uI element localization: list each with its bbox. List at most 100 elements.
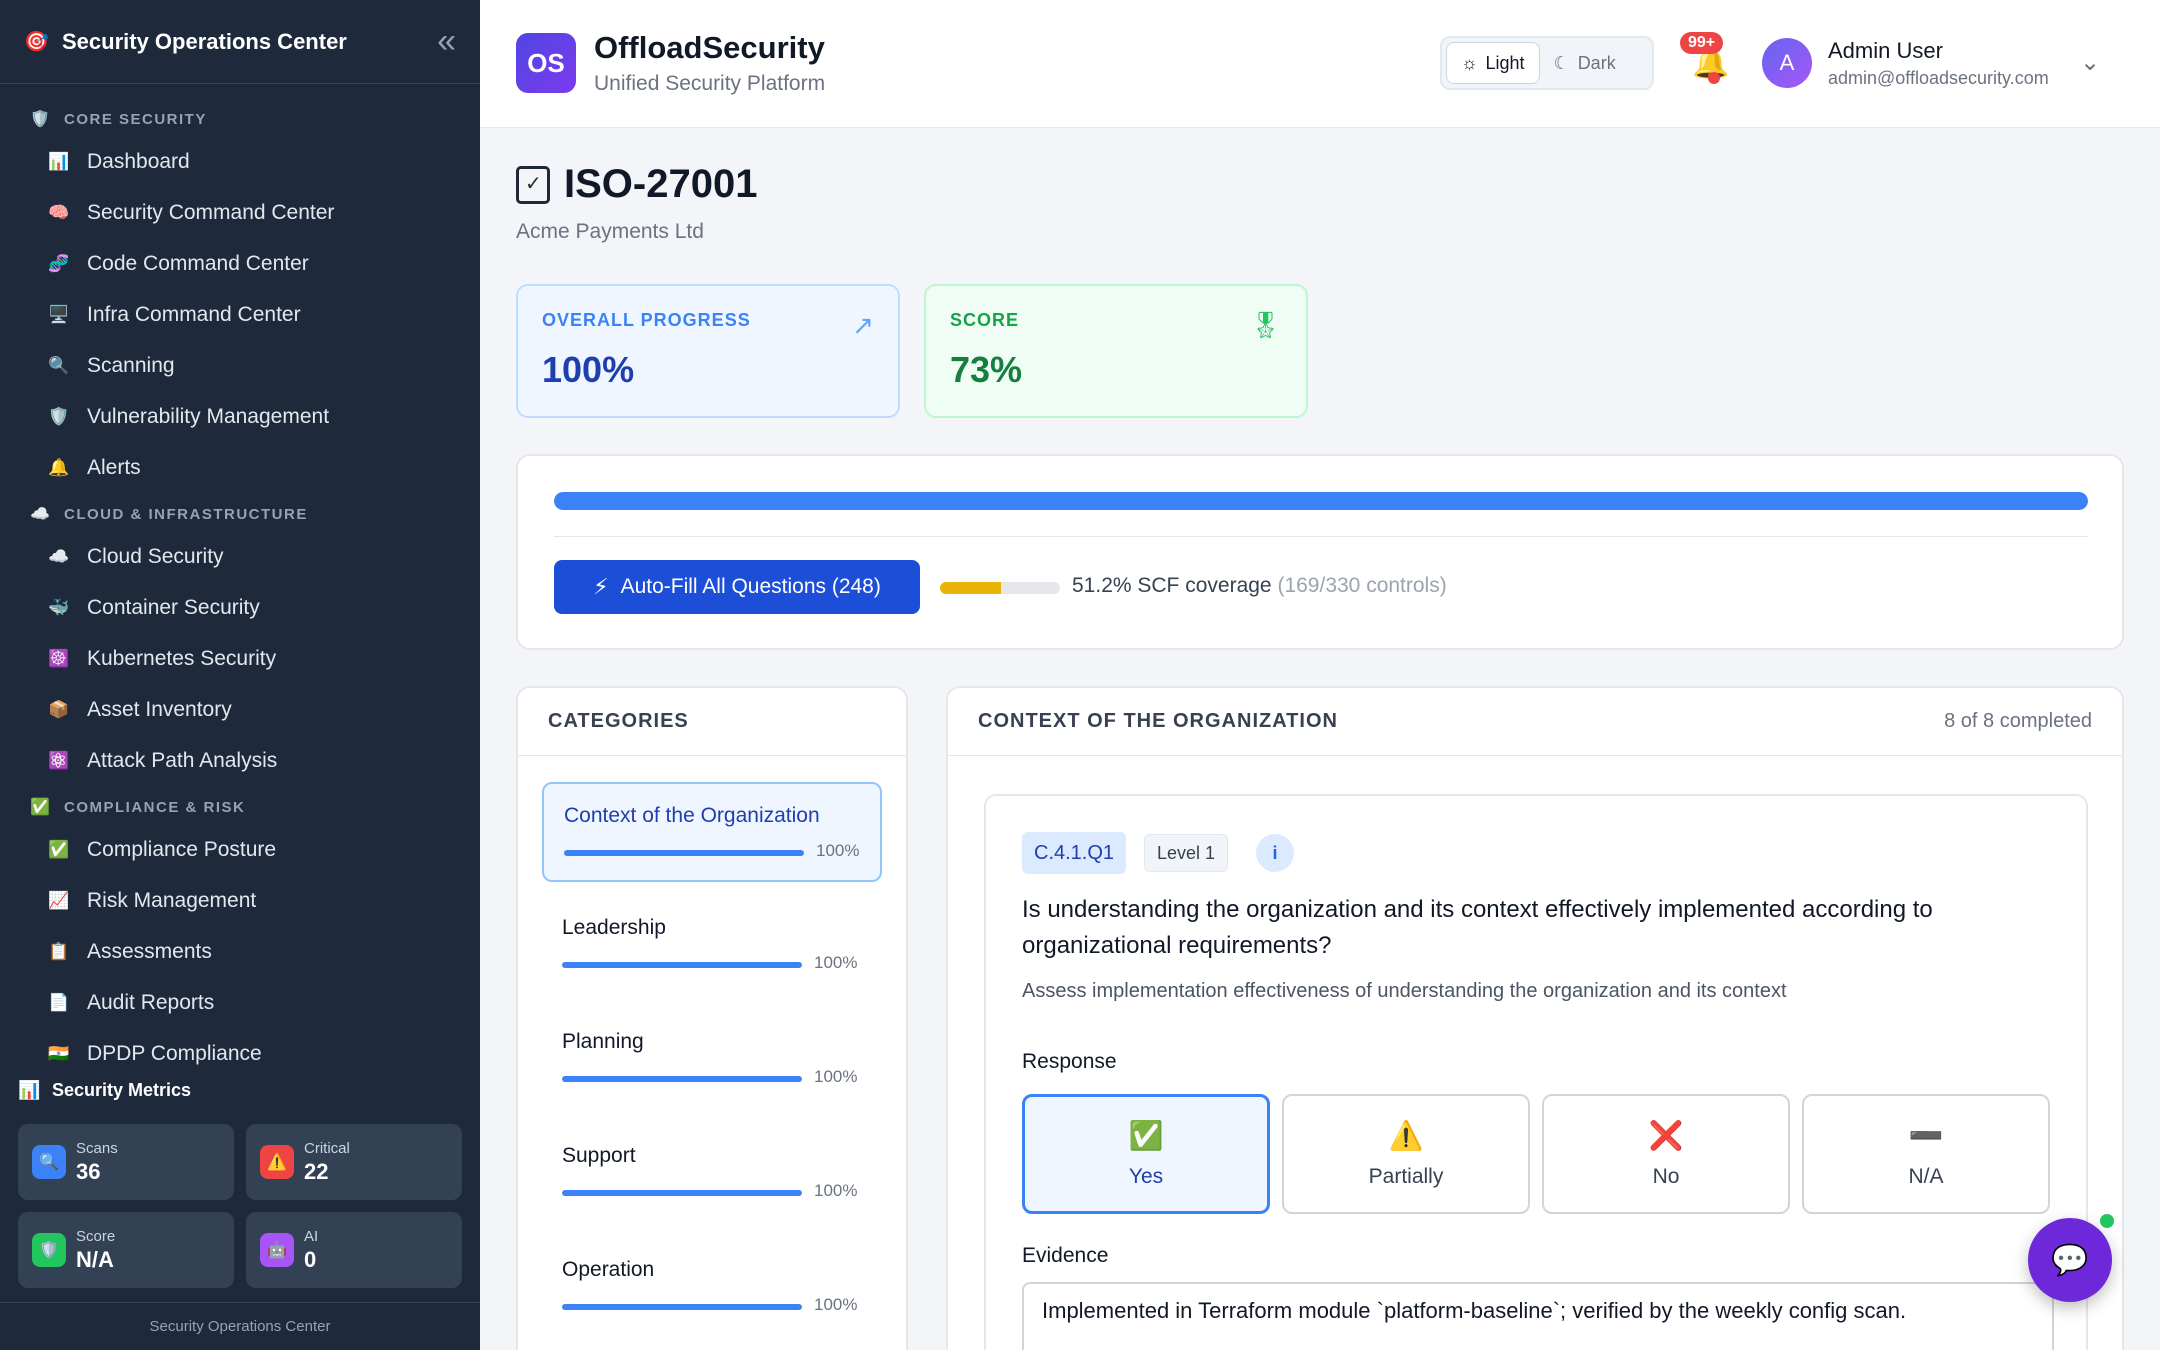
- sidebar-item-container-security[interactable]: 🐳 Container Security: [0, 582, 480, 633]
- score-card: SCORE 73% 🎖: [924, 284, 1308, 418]
- page-subtitle: Acme Payments Ltd: [516, 220, 704, 243]
- sidebar-item-kubernetes-security[interactable]: ☸️ Kubernetes Security: [0, 633, 480, 684]
- kubernetes-icon: ☸️: [48, 648, 70, 668]
- response-no-option[interactable]: ❌ No: [1542, 1094, 1790, 1214]
- category-support[interactable]: Support 100%: [542, 1124, 882, 1224]
- response-label: Response: [1022, 1050, 1117, 1073]
- cloud-icon: ☁️: [30, 506, 52, 523]
- brand-tagline: Unified Security Platform: [594, 72, 826, 95]
- section-core-security: 🛡️ CORE SECURITY: [30, 110, 207, 129]
- category-progress-fill: [562, 962, 802, 968]
- collapse-sidebar-icon[interactable]: «: [437, 22, 456, 61]
- sidebar-item-vulnerability-management[interactable]: 🛡️ Vulnerability Management: [0, 391, 480, 442]
- lightning-icon: ⚡: [593, 574, 609, 599]
- auto-fill-button[interactable]: ⚡ Auto-Fill All Questions (248): [554, 560, 920, 614]
- evidence-textarea[interactable]: Implemented in Terraform module `platfor…: [1022, 1282, 2054, 1350]
- category-operation[interactable]: Operation 100%: [542, 1238, 882, 1338]
- shield-icon: 🛡️: [30, 111, 52, 128]
- brain-icon: 🧠: [48, 202, 70, 222]
- brand-name: OffloadSecurity: [594, 30, 825, 65]
- check-box-icon: ✅: [48, 839, 70, 859]
- sidebar-footer: Security Operations Center: [0, 1302, 480, 1350]
- whale-icon: 🐳: [48, 597, 70, 617]
- sidebar-item-compliance-posture[interactable]: ✅ Compliance Posture: [0, 824, 480, 875]
- sidebar-item-cloud-security[interactable]: ☁️ Cloud Security: [0, 531, 480, 582]
- category-leadership[interactable]: Leadership 100%: [542, 896, 882, 996]
- target-icon: 🎯: [24, 31, 49, 53]
- bar-chart-icon: 📊: [18, 1080, 41, 1100]
- theme-light-button[interactable]: ☼ Light: [1446, 42, 1540, 84]
- avatar[interactable]: A: [1762, 38, 1812, 88]
- top-header: OS OffloadSecurity Unified Security Plat…: [480, 0, 2160, 128]
- chat-button[interactable]: 💬: [2028, 1218, 2112, 1302]
- online-status-dot: [2098, 1212, 2116, 1230]
- sidebar-item-audit-reports[interactable]: 📄 Audit Reports: [0, 977, 480, 1028]
- cross-icon: ❌: [1648, 1120, 1684, 1151]
- category-planning[interactable]: Planning 100%: [542, 1010, 882, 1110]
- bell-icon: 🔔: [48, 457, 70, 477]
- dna-icon: 🧬: [48, 253, 70, 273]
- sidebar-item-infra-command-center[interactable]: 🖥️ Infra Command Center: [0, 289, 480, 340]
- user-email: admin@offloadsecurity.com: [1828, 68, 2049, 88]
- sidebar-item-asset-inventory[interactable]: 📦 Asset Inventory: [0, 684, 480, 735]
- page-title: ISO-27001: [564, 162, 758, 206]
- document-icon: 📄: [48, 992, 70, 1012]
- metric-scans[interactable]: 🔍 Scans 36: [18, 1124, 234, 1200]
- sun-icon: ☼: [1461, 52, 1478, 73]
- category-progress-bar: [562, 962, 802, 968]
- user-name[interactable]: Admin User: [1828, 38, 1943, 64]
- check-box-icon: ✅: [1128, 1120, 1164, 1151]
- sidebar-item-alerts[interactable]: 🔔 Alerts: [0, 442, 480, 493]
- metric-critical[interactable]: ⚠️ Critical 22: [246, 1124, 462, 1200]
- info-icon[interactable]: i: [1256, 834, 1294, 872]
- warning-icon: ⚠️: [1388, 1120, 1424, 1151]
- sidebar-item-dashboard[interactable]: 📊 Dashboard: [0, 136, 480, 187]
- question-panel-title: CONTEXT OF THE ORGANIZATION: [978, 710, 1338, 732]
- completion-count: 8 of 8 completed: [1944, 710, 2092, 732]
- magnifier-icon: 🔍: [48, 355, 70, 375]
- question-panel: CONTEXT OF THE ORGANIZATION 8 of 8 compl…: [946, 686, 2124, 1350]
- minus-icon: ➖: [1908, 1120, 1944, 1151]
- chevron-down-icon[interactable]: ⌄: [2080, 48, 2100, 77]
- clipboard-check-icon: [516, 165, 550, 204]
- response-partially-option[interactable]: ⚠️ Partially: [1282, 1094, 1530, 1214]
- question-level-badge: Level 1: [1144, 834, 1229, 872]
- response-na-option[interactable]: ➖ N/A: [1802, 1094, 2050, 1214]
- category-progress-bar: [562, 1304, 802, 1310]
- security-metrics-title: 📊 Security Metrics: [18, 1080, 192, 1100]
- divider: [554, 536, 2088, 537]
- page-title-row: ISO-27001: [516, 162, 757, 207]
- categories-panel: CATEGORIES Context of the Organization 1…: [516, 686, 908, 1350]
- sidebar-item-risk-management[interactable]: 📈 Risk Management: [0, 875, 480, 926]
- progress-card: ⚡ Auto-Fill All Questions (248) 51.2% SCF…: [516, 454, 2124, 650]
- question-card: C.4.1.Q1 Level 1 i Is understanding the …: [984, 794, 2088, 1350]
- india-flag-icon: 🇮🇳: [48, 1043, 70, 1063]
- categories-title: CATEGORIES: [518, 688, 906, 756]
- sidebar-item-security-command-center[interactable]: 🧠 Security Command Center: [0, 187, 480, 238]
- coverage-fill: [940, 582, 1002, 594]
- chat-bubble-icon: 💬: [2051, 1243, 2089, 1277]
- sidebar-item-code-command-center[interactable]: 🧬 Code Command Center: [0, 238, 480, 289]
- robot-icon: 🤖: [260, 1233, 294, 1267]
- category-progress-fill: [562, 1190, 802, 1196]
- sidebar-item-dpdp-compliance[interactable]: 🇮🇳 DPDP Compliance: [0, 1028, 480, 1079]
- brand-logo: OS: [516, 33, 576, 93]
- sidebar-title: Security Operations Center: [62, 28, 347, 54]
- section-compliance-risk: ✅ COMPLIANCE & RISK: [30, 798, 246, 817]
- category-context-of-the-organization[interactable]: Context of the Organization 100%: [542, 782, 882, 882]
- sidebar-nav: 🛡️ CORE SECURITY 📊 Dashboard 🧠 Security Com…: [0, 84, 480, 1079]
- bar-chart-icon: 📊: [48, 151, 70, 171]
- response-yes-option[interactable]: ✅ Yes: [1022, 1094, 1270, 1214]
- metric-score[interactable]: 🛡️ Score N/A: [18, 1212, 234, 1288]
- warning-icon: ⚠️: [260, 1145, 294, 1179]
- theme-dark-button[interactable]: ☾ Dark: [1540, 42, 1630, 84]
- sidebar-item-scanning[interactable]: 🔍 Scanning: [0, 340, 480, 391]
- overall-progress-fill: [554, 492, 2088, 510]
- theme-toggle: ☼ Light ☾ Dark: [1440, 36, 1654, 90]
- coverage-bar: [940, 582, 1060, 594]
- metric-ai[interactable]: 🤖 AI 0: [246, 1212, 462, 1288]
- trending-up-icon: ↗: [852, 310, 874, 340]
- sidebar-item-assessments[interactable]: 📋 Assessments: [0, 926, 480, 977]
- sidebar-item-attack-path-analysis[interactable]: ⚛️ Attack Path Analysis: [0, 735, 480, 786]
- coverage-text: 51.2% SCF coverage (169/330 controls): [1072, 574, 1447, 597]
